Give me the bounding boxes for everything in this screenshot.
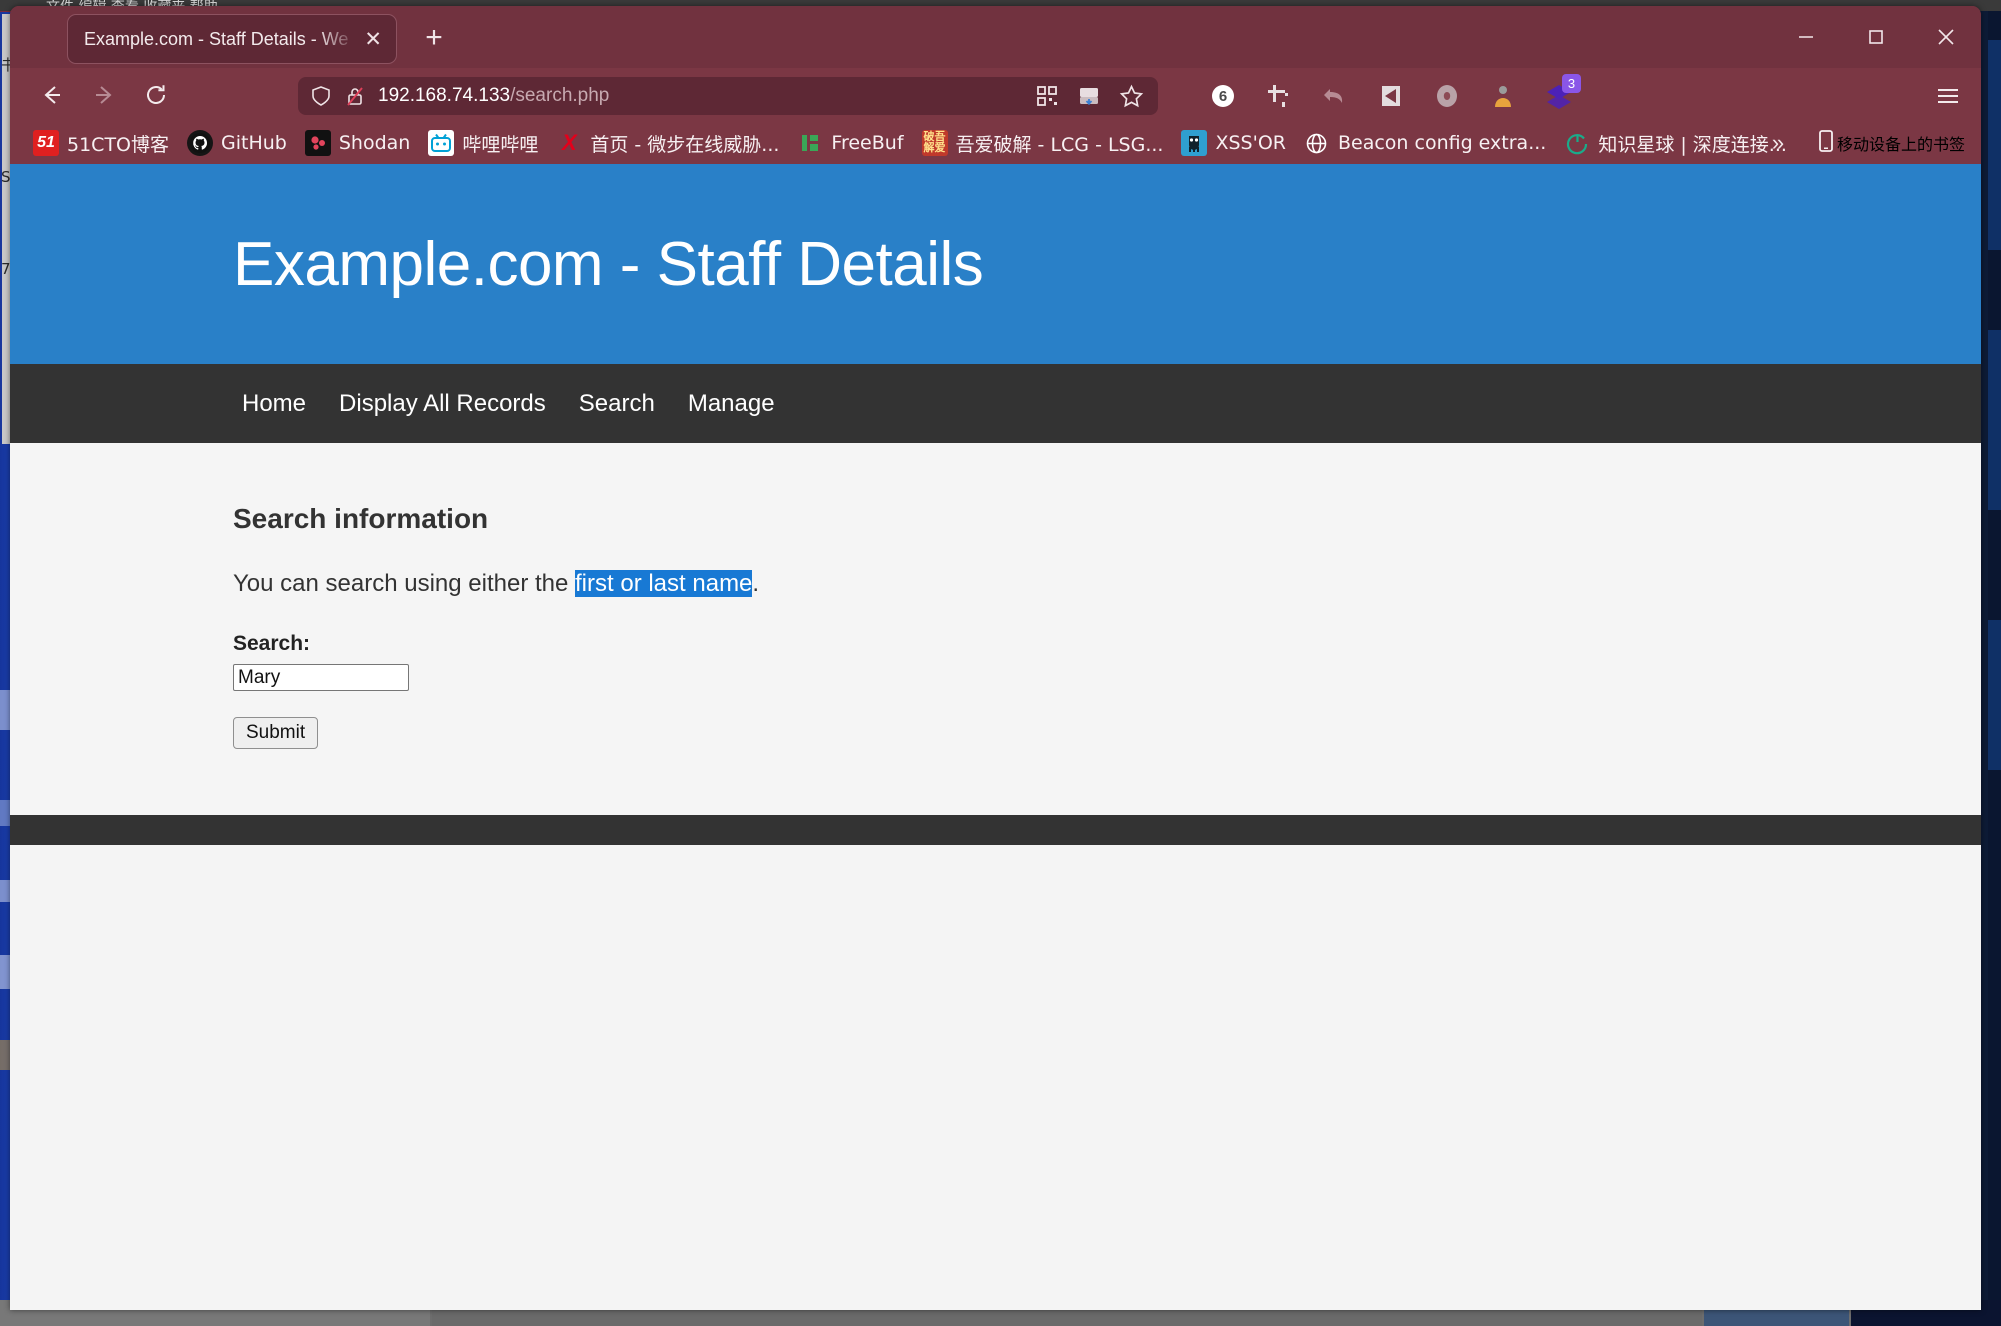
- crop-extension-icon[interactable]: [1251, 76, 1307, 116]
- globe-icon: [1304, 130, 1330, 156]
- desktop-right-band-3: [1988, 620, 2001, 770]
- layers-extension-badge: 3: [1562, 74, 1581, 93]
- back-button[interactable]: [26, 73, 78, 117]
- browser-toolbar: 192.168.74.133/search.php 6 3: [10, 68, 1981, 122]
- address-bar[interactable]: 192.168.74.133/search.php: [298, 77, 1158, 115]
- reload-button[interactable]: [130, 73, 182, 117]
- bookmark-item-threatbook[interactable]: X 首页 - 微步在线威胁...: [547, 126, 788, 160]
- close-button[interactable]: [1911, 6, 1981, 68]
- github-icon: [187, 130, 214, 156]
- site-header: Example.com - Staff Details: [10, 164, 1981, 364]
- bookmark-item-beacon-config[interactable]: Beacon config extra...: [1295, 126, 1555, 160]
- shield-icon[interactable]: [304, 85, 338, 107]
- window-controls: [1771, 6, 1981, 68]
- nav-item-display-all-records[interactable]: Display All Records: [339, 390, 546, 418]
- shodan-icon: [304, 130, 331, 156]
- maximize-button[interactable]: [1841, 6, 1911, 68]
- browser-tab-title: Example.com - Staff Details - We: [84, 28, 349, 49]
- bookmarks-bar: 51 51CTO博客 GitHub Shodan 哔哩哔哩 X 首页 - 微步在…: [10, 122, 1981, 164]
- main-content: Search information You can search using …: [10, 443, 1981, 815]
- zsxq-icon: [1564, 130, 1590, 156]
- submit-button[interactable]: Submit: [233, 717, 319, 749]
- address-bar-actions: [1026, 84, 1152, 109]
- bilibili-icon: [428, 130, 455, 156]
- browser-window: Example.com - Staff Details - We ✕ + 192…: [10, 6, 1981, 1310]
- forward-button[interactable]: [78, 73, 130, 117]
- site-footer: [10, 815, 1981, 845]
- bookmark-label: 移动设备上的书签: [1836, 137, 1965, 154]
- nav-item-manage[interactable]: Manage: [688, 390, 775, 418]
- 52pojie-icon: 破吾 解爱: [921, 130, 948, 156]
- page-title: Example.com - Staff Details: [233, 229, 984, 299]
- bookmark-label: 哔哩哔哩: [462, 133, 539, 156]
- bookmark-item-51cto[interactable]: 51 51CTO博客: [24, 126, 178, 160]
- bookmark-item-github[interactable]: GitHub: [178, 126, 296, 160]
- bookmark-label: 知识星球 | 深度连接...: [1598, 133, 1787, 156]
- search-field-label: Search:: [233, 632, 311, 655]
- section-heading: Search information: [233, 503, 489, 534]
- browser-tab[interactable]: Example.com - Staff Details - We ✕: [67, 14, 397, 64]
- bookmark-item-freebuf[interactable]: FreeBuf: [788, 126, 912, 160]
- 51cto-icon: 51: [33, 130, 59, 156]
- arrow-extension-icon[interactable]: [1363, 76, 1419, 116]
- counter-extension-count: 6: [1218, 87, 1228, 105]
- url-path: /search.php: [510, 85, 610, 106]
- record-extension-icon[interactable]: [1419, 76, 1475, 116]
- bookmark-label: Beacon config extra...: [1337, 132, 1547, 154]
- url-host: 192.168.74.133: [378, 85, 511, 106]
- counter-extension-icon[interactable]: 6: [1195, 76, 1251, 116]
- bookmark-item-xssor[interactable]: XSS'OR: [1172, 126, 1295, 160]
- threatbook-x-icon: X: [562, 130, 577, 155]
- person-extension-icon[interactable]: [1475, 76, 1531, 116]
- url-text[interactable]: 192.168.74.133/search.php: [372, 85, 1026, 107]
- site-nav: Home Display All Records Search Manage: [10, 364, 1981, 443]
- minimize-button[interactable]: [1771, 6, 1841, 68]
- bookmark-label: 首页 - 微步在线威胁...: [590, 133, 780, 156]
- qr-code-icon[interactable]: [1026, 84, 1068, 108]
- search-form: Search: Submit: [233, 632, 1981, 749]
- desktop-right-band-2: [1988, 330, 2001, 510]
- desktop-right-strip: [1988, 0, 2001, 1326]
- bookmark-label: Shodan: [338, 132, 411, 154]
- selected-text: first or last name: [575, 570, 753, 597]
- undo-extension-icon[interactable]: [1307, 76, 1363, 116]
- bookmark-label: FreeBuf: [831, 132, 904, 154]
- browser-tab-strip: Example.com - Staff Details - We ✕ +: [10, 6, 1981, 68]
- lock-crossed-icon[interactable]: [338, 85, 372, 107]
- nav-item-home[interactable]: Home: [242, 390, 306, 418]
- instructions-suffix: .: [752, 570, 760, 597]
- page-below-footer: [10, 845, 1981, 1310]
- bookmark-item-52pojie[interactable]: 破吾 解爱 吾爱破解 - LCG - LSG...: [913, 126, 1173, 160]
- layers-extension-icon[interactable]: 3: [1531, 74, 1587, 116]
- 52pojie-icon-glyph2: 解爱: [923, 142, 946, 154]
- new-tab-button[interactable]: +: [415, 20, 453, 58]
- bookmark-item-mobile[interactable]: 移动设备上的书签: [1811, 126, 1971, 160]
- search-instructions: You can search using either the first or…: [233, 570, 1981, 598]
- bookmark-label: GitHub: [221, 132, 287, 154]
- freebuf-icon: [797, 130, 823, 156]
- bookmarks-overflow-button[interactable]: »: [1760, 126, 1796, 160]
- bookmark-item-shodan[interactable]: Shodan: [296, 126, 419, 160]
- bookmark-label: 51CTO博客: [67, 133, 170, 156]
- save-to-pocket-icon[interactable]: [1068, 84, 1110, 108]
- page-viewport: Example.com - Staff Details Home Display…: [10, 164, 1981, 1310]
- xssor-icon: [1181, 130, 1208, 156]
- extension-toolbar: 6 3: [1195, 74, 1587, 116]
- instructions-prefix: You can search using either the: [233, 570, 576, 597]
- desktop-right-band-1: [1988, 40, 2001, 250]
- star-icon[interactable]: [1110, 84, 1152, 109]
- mobile-phone-icon: [1817, 129, 1835, 157]
- nav-item-search[interactable]: Search: [579, 390, 655, 418]
- bookmark-item-bilibili[interactable]: 哔哩哔哩: [419, 126, 547, 160]
- hamburger-menu-icon[interactable]: [1923, 76, 1973, 116]
- search-input[interactable]: [233, 664, 409, 691]
- tab-close-icon[interactable]: ✕: [358, 29, 388, 50]
- bookmark-label: XSS'OR: [1215, 132, 1286, 154]
- bookmark-label: 吾爱破解 - LCG - LSG...: [955, 133, 1164, 156]
